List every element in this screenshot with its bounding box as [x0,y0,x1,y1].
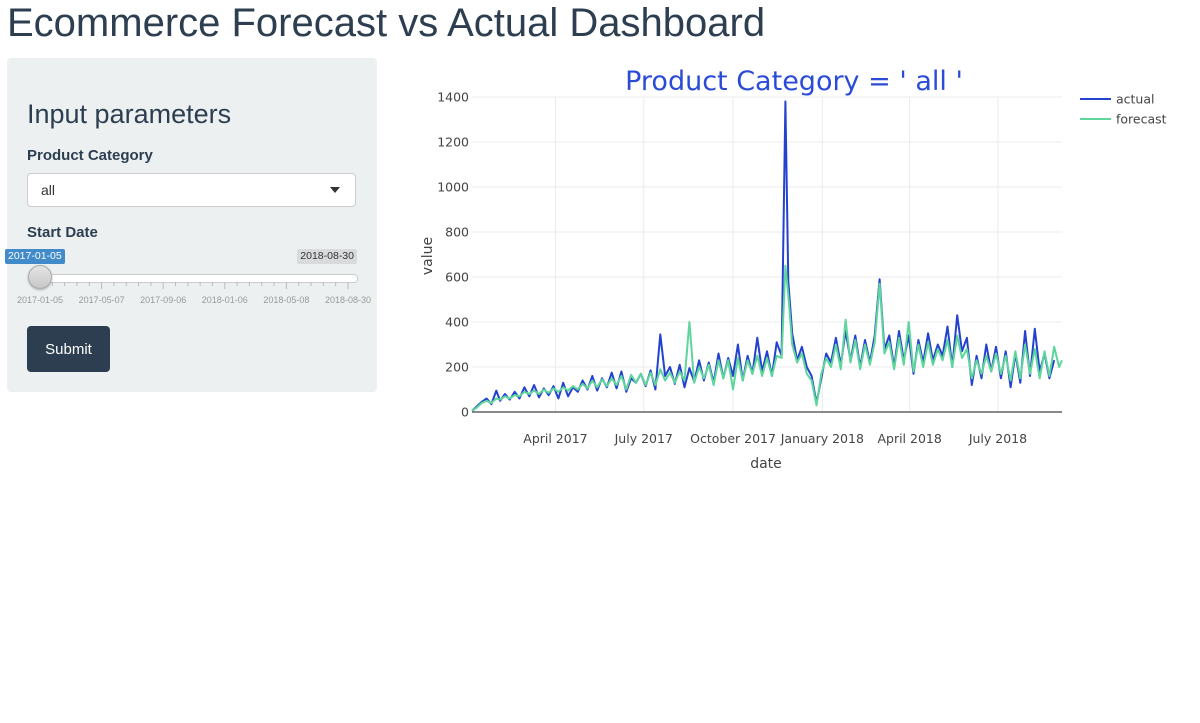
y-tick-label: 200 [445,360,469,375]
start-date-label: Start Date [27,224,98,241]
y-tick-label: 1000 [437,180,469,195]
slider-from-value: 2017-01-05 [5,249,65,264]
slider-tick-label: 2018-01-06 [201,295,248,305]
slider-tick-label: 2018-08-30 [324,295,372,305]
slider-tick-label: 2017-01-05 [16,295,64,305]
input-sidebar: Input parameters Product Category all St… [5,58,377,392]
product-category-value: all [41,182,56,198]
x-tick-label: April 2018 [877,431,941,446]
y-axis-title: value [420,237,436,275]
legend-label-actual[interactable]: actual [1116,92,1155,107]
chart-grid [472,96,1062,412]
y-tick-label: 800 [445,225,469,240]
x-tick-label: October 2017 [690,431,776,446]
x-tick-label: July 2017 [614,431,673,446]
forecast-chart: Product Category = ' all ' April 2017 Jul… [420,66,1167,472]
chart-legend[interactable]: actual forecast [1080,92,1167,127]
y-tick-label: 600 [445,270,469,285]
slider-to-value: 2018-08-30 [297,249,357,264]
series-line-forecast [471,264,1063,412]
submit-button[interactable]: Submit [27,326,110,372]
y-tick-label: 1400 [437,90,469,105]
y-tick-label: 1200 [437,135,469,150]
slider-tick-label: 2017-05-07 [78,295,125,305]
chart-series [471,100,1063,412]
product-category-label: Product Category [27,147,153,164]
slider-tick-label: 2018-05-08 [263,295,310,305]
y-tick-label: 0 [461,405,469,420]
legend-label-forecast[interactable]: forecast [1116,112,1167,127]
x-axis-title: date [750,456,782,472]
start-date-slider-handle[interactable] [28,265,52,289]
sidebar-heading: Input parameters [27,99,232,129]
x-tick-label: April 2017 [523,431,587,446]
series-line-actual [471,100,1056,412]
x-tick-label: January 2018 [780,431,864,446]
page-title: Ecommerce Forecast vs Actual Dashboard [7,1,766,45]
chart-title: Product Category = ' all ' [625,66,963,97]
x-tick-label: July 2018 [968,431,1027,446]
product-category-select[interactable]: all [27,173,356,207]
slider-tick-label: 2017-09-06 [140,295,187,305]
caret-down-icon [330,187,340,193]
y-tick-label: 400 [445,315,469,330]
